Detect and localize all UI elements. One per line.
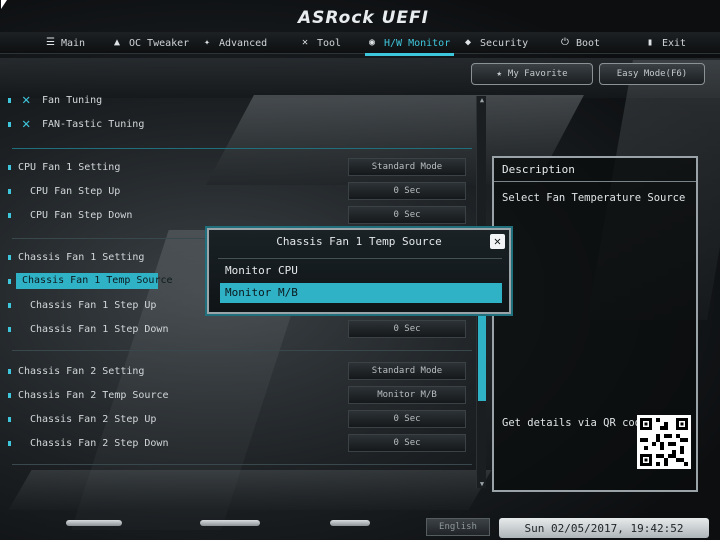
main-nav: ☰ Main ▲ OC Tweaker ✦ Advanced ✕ Tool ◉ H/W M…: [0, 32, 720, 56]
bullet-icon: [8, 165, 11, 170]
wrench-icon: ✕: [22, 116, 31, 132]
description-text: Select Fan Temperature Source: [502, 192, 686, 204]
value-field[interactable]: 0 Sec: [348, 206, 466, 224]
qr-label: Get details via QR code: [502, 417, 648, 429]
bullet-icon: [8, 393, 11, 398]
scroll-down-icon[interactable]: ▼: [478, 480, 486, 488]
tab-exit[interactable]: ▮ Exit: [647, 32, 686, 54]
divider: [12, 350, 472, 351]
bullet-icon: [8, 441, 11, 446]
value-field[interactable]: 0 Sec: [348, 410, 466, 428]
datetime-display: Sun 02/05/2017, 19:42:52: [499, 518, 709, 538]
scroll-up-icon[interactable]: ▲: [478, 96, 486, 104]
bullet-icon: [8, 303, 11, 308]
row-chassis-fan2-setting[interactable]: Chassis Fan 2 Setting Standard Mode: [0, 362, 478, 380]
language-button[interactable]: English: [426, 518, 490, 536]
list-icon: ☰: [46, 37, 55, 48]
value-field[interactable]: 0 Sec: [348, 320, 466, 338]
bullet-icon: [8, 189, 11, 194]
rocket-icon: ▲: [114, 37, 121, 48]
tab-tool[interactable]: ✕ Tool: [302, 32, 341, 54]
row-chassis-fan1-step-down[interactable]: Chassis Fan 1 Step Down 0 Sec: [0, 320, 478, 338]
divider: [12, 148, 472, 149]
tab-hw-monitor[interactable]: ◉ H/W Monitor: [364, 32, 455, 56]
close-icon[interactable]: ✕: [490, 234, 505, 249]
footer-decor: [60, 520, 400, 530]
row-chassis-fan2-step-down[interactable]: Chassis Fan 2 Step Down 0 Sec: [0, 434, 478, 452]
star-icon: ✦: [204, 37, 211, 48]
bullet-icon: [8, 213, 11, 218]
tools-icon: ✕: [302, 37, 309, 48]
bullet-icon: [8, 417, 11, 422]
bullet-icon: [8, 122, 11, 127]
row-chassis-fan2-temp-source[interactable]: Chassis Fan 2 Temp Source Monitor M/B: [0, 386, 478, 404]
description-panel: Description Select Fan Temperature Sourc…: [492, 156, 698, 492]
my-favorite-button[interactable]: ★ My Favorite: [471, 63, 593, 85]
tab-security[interactable]: ◆ Security: [465, 32, 528, 54]
bullet-icon: [8, 279, 11, 284]
row-chassis-fan2-step-up[interactable]: Chassis Fan 2 Step Up 0 Sec: [0, 410, 478, 428]
tab-advanced[interactable]: ✦ Advanced: [204, 32, 267, 54]
row-cpu-fan-step-down[interactable]: CPU Fan Step Down 0 Sec: [0, 206, 478, 224]
wrench-icon: ✕: [22, 92, 31, 108]
value-field[interactable]: 0 Sec: [348, 434, 466, 452]
shield-icon: ◆: [465, 37, 472, 48]
power-icon: ⏻: [561, 37, 569, 48]
temp-source-dialog: Chassis Fan 1 Temp Source ✕ Monitor CPU …: [207, 228, 511, 314]
top-bar: ASRock UEFI: [0, 0, 720, 32]
qr-code: [637, 415, 691, 469]
dialog-title: Chassis Fan 1 Temp Source: [276, 235, 442, 248]
row-cpu-fan1-setting[interactable]: CPU Fan 1 Setting Standard Mode: [0, 158, 478, 176]
value-field[interactable]: 0 Sec: [348, 182, 466, 200]
description-title: Description: [494, 158, 696, 182]
bullet-icon: [8, 98, 11, 103]
option-monitor-cpu[interactable]: Monitor CPU: [220, 261, 502, 281]
bullet-icon: [8, 327, 11, 332]
star-icon: ★: [496, 69, 502, 79]
value-field[interactable]: Standard Mode: [348, 362, 466, 380]
value-field[interactable]: Monitor M/B: [348, 386, 466, 404]
scroll-thumb[interactable]: [478, 306, 486, 401]
exit-icon: ▮: [647, 37, 654, 48]
tab-main[interactable]: ☰ Main: [46, 32, 85, 54]
monitor-icon: ◉: [369, 37, 376, 48]
menu-fan-tastic-tuning[interactable]: ✕ FAN-Tastic Tuning: [0, 115, 478, 133]
divider: [12, 464, 472, 465]
tab-oc-tweaker[interactable]: ▲ OC Tweaker: [114, 32, 189, 54]
footer-bar: English Sun 02/05/2017, 19:42:52: [0, 512, 720, 540]
option-list: Monitor CPU Monitor M/B: [218, 258, 502, 308]
mouse-cursor-icon: [1, 0, 7, 9]
row-cpu-fan-step-up[interactable]: CPU Fan Step Up 0 Sec: [0, 182, 478, 200]
easy-mode-button[interactable]: Easy Mode(F6): [599, 63, 705, 85]
bullet-icon: [8, 369, 11, 374]
brand-logo: ASRock UEFI: [298, 8, 429, 28]
value-field[interactable]: Standard Mode: [348, 158, 466, 176]
tab-boot[interactable]: ⏻ Boot: [561, 32, 600, 54]
option-monitor-mb[interactable]: Monitor M/B: [220, 283, 502, 303]
bullet-icon: [8, 255, 11, 260]
menu-fan-tuning[interactable]: ✕ Fan Tuning: [0, 91, 478, 109]
